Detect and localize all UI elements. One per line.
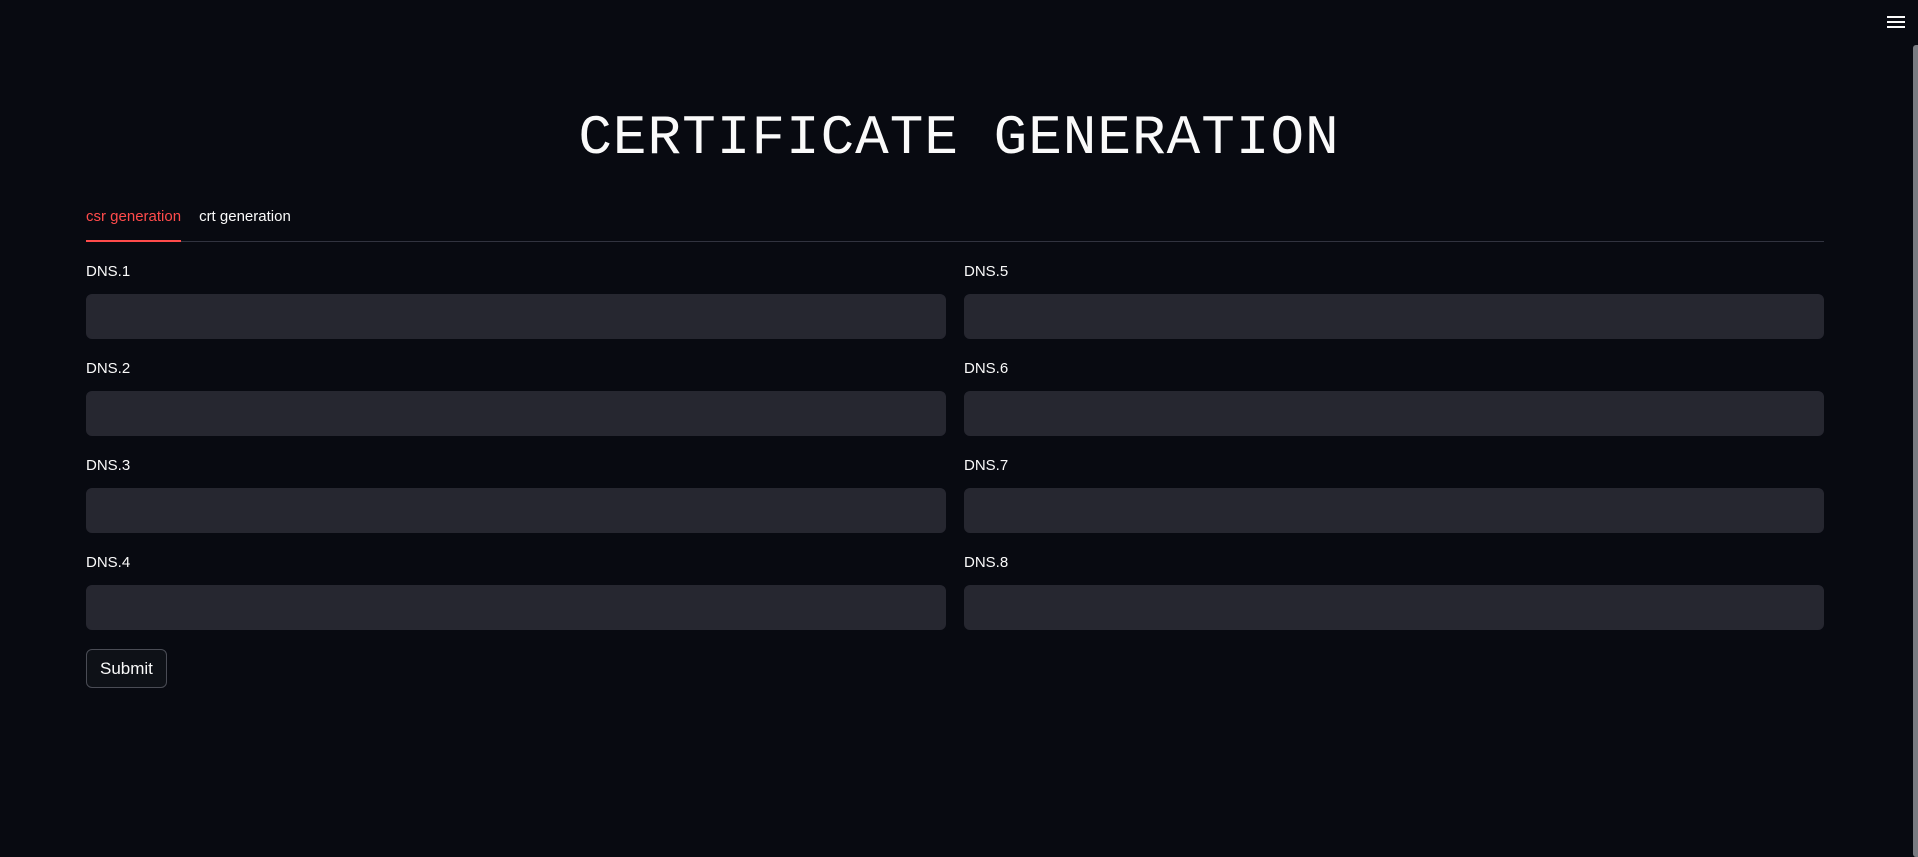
field-dns-7: DNS.7 bbox=[964, 454, 1824, 551]
field-label: DNS.4 bbox=[86, 554, 131, 571]
dns-1-input[interactable] bbox=[86, 294, 946, 339]
field-label: DNS.2 bbox=[86, 360, 131, 377]
field-dns-1: DNS.1 bbox=[86, 260, 946, 357]
dns-7-input[interactable] bbox=[964, 488, 1824, 533]
field-dns-2: DNS.2 bbox=[86, 357, 946, 454]
field-label: DNS.3 bbox=[86, 457, 131, 474]
app-root: CERTIFICATE GENERATION csr generation cr… bbox=[0, 0, 1918, 857]
dns-8-input[interactable] bbox=[964, 585, 1824, 630]
dns-2-input[interactable] bbox=[86, 391, 946, 436]
dns-3-input[interactable] bbox=[86, 488, 946, 533]
form-column-left: DNS.1 DNS.2 DNS.3 DNS.4 bbox=[86, 260, 946, 648]
field-label: DNS.5 bbox=[964, 263, 1009, 280]
field-label: DNS.1 bbox=[86, 263, 131, 280]
hamburger-menu-icon bbox=[1887, 16, 1905, 28]
tab-csr-generation[interactable]: csr generation bbox=[86, 205, 182, 242]
main-menu-button[interactable] bbox=[1884, 10, 1908, 34]
submit-button[interactable]: Submit bbox=[86, 649, 167, 688]
form-column-right: DNS.5 DNS.6 DNS.7 DNS.8 bbox=[964, 260, 1824, 648]
dns-5-input[interactable] bbox=[964, 294, 1824, 339]
field-dns-8: DNS.8 bbox=[964, 551, 1824, 648]
dns-form: DNS.1 DNS.2 DNS.3 DNS.4 DNS.5 DNS.6 DNS.… bbox=[86, 260, 1824, 688]
field-dns-6: DNS.6 bbox=[964, 357, 1824, 454]
dns-6-input[interactable] bbox=[964, 391, 1824, 436]
field-label: DNS.6 bbox=[964, 360, 1009, 377]
tab-bar: csr generation crt generation bbox=[86, 205, 1824, 242]
page-title: CERTIFICATE GENERATION bbox=[578, 106, 1340, 170]
dns-4-input[interactable] bbox=[86, 585, 946, 630]
field-dns-4: DNS.4 bbox=[86, 551, 946, 648]
field-label: DNS.8 bbox=[964, 554, 1009, 571]
field-label: DNS.7 bbox=[964, 457, 1009, 474]
tab-crt-generation[interactable]: crt generation bbox=[199, 205, 291, 240]
field-dns-3: DNS.3 bbox=[86, 454, 946, 551]
field-dns-5: DNS.5 bbox=[964, 260, 1824, 357]
